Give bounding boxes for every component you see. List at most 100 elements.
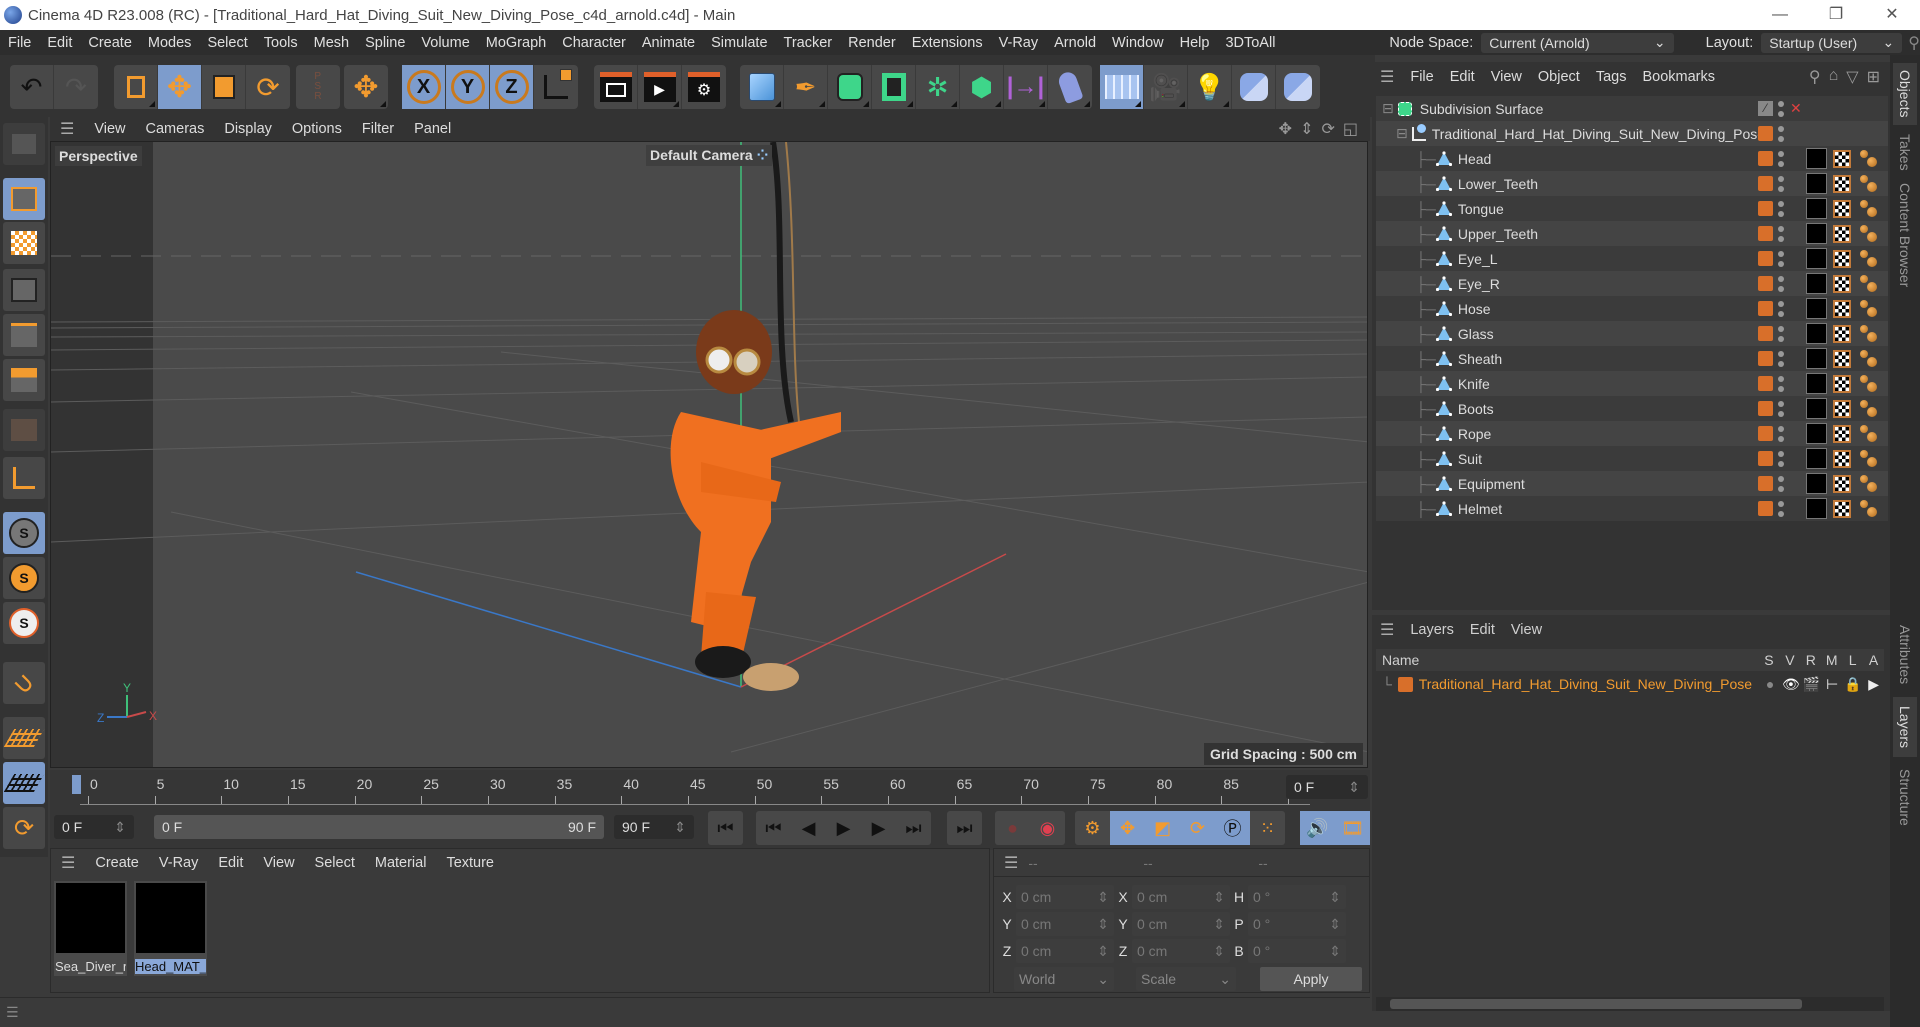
search-icon[interactable]: ⚲ [1908,33,1920,53]
make-editable-button[interactable] [3,123,45,165]
layer-color-icon[interactable] [1758,476,1773,491]
next-frame-icon[interactable]: ▶ [861,811,896,845]
horizontal-scrollbar[interactable] [1376,997,1884,1011]
transform-button[interactable]: ✥ [344,65,388,109]
phong-tag-icon[interactable] [1860,424,1878,443]
layer-color-icon[interactable] [1758,376,1773,391]
object-row[interactable]: ├─ Upper_Teeth [1376,221,1888,246]
layer-color-icon[interactable] [1758,276,1773,291]
object-row[interactable]: ├─ Boots [1376,396,1888,421]
object-menu-tags[interactable]: Tags [1588,69,1635,85]
layer-color-icon[interactable] [1758,451,1773,466]
pan-view-icon[interactable]: ✥ [1279,119,1292,139]
object-menu-file[interactable]: File [1402,69,1441,85]
uvw-tag-icon[interactable] [1833,224,1851,243]
menu-extensions[interactable]: Extensions [904,35,991,51]
material-tag-icon[interactable] [1806,198,1827,219]
menu-vray[interactable]: V-Ray [991,35,1047,51]
key-position-icon[interactable]: ✥ [1110,811,1145,845]
bend-deformer-button[interactable] [1048,65,1092,109]
material-swatch[interactable]: Sea_Diver_r [54,881,127,976]
solo-button[interactable]: S [3,512,45,554]
viewport-menu-panel[interactable]: Panel [404,121,461,137]
menu-window[interactable]: Window [1104,35,1172,51]
python-button[interactable] [1232,65,1276,109]
tab-attributes[interactable]: Attributes [1893,615,1917,695]
object-row-root[interactable]: ⊟ Subdivision Surface ⁄ ✕ [1376,96,1888,121]
autokey-icon[interactable]: ◉ [1030,811,1065,845]
viewport-menu-cameras[interactable]: Cameras [136,121,215,137]
object-row[interactable]: ├─ Eye_L [1376,246,1888,271]
viewport-menu-view[interactable]: View [84,121,135,137]
texture-mode-button[interactable] [3,222,45,264]
material-menu-create[interactable]: Create [85,855,149,871]
material-tag-icon[interactable] [1806,173,1827,194]
locked-workplane-button[interactable] [3,762,45,804]
phong-tag-icon[interactable] [1860,274,1878,293]
scrollbar-thumb[interactable] [1390,999,1802,1009]
python-button-2[interactable] [1276,65,1320,109]
coordinate-system-button[interactable] [534,65,578,109]
menu-mograph[interactable]: MoGraph [478,35,554,51]
material-menu-texture[interactable]: Texture [436,855,504,871]
key-parameter-icon[interactable]: Ⓟ [1215,811,1250,845]
menu-tracker[interactable]: Tracker [776,35,841,51]
position-y-field[interactable]: 0 cm ⇕ [1016,912,1114,936]
size-z-field[interactable]: 0 cm ⇕ [1132,939,1230,963]
z-axis-button[interactable]: Z [490,65,534,109]
layer-color-icon[interactable] [1758,126,1773,141]
rotation-p-field[interactable]: 0 ° ⇕ [1248,912,1346,936]
solo-hierarchy-button[interactable]: S [3,557,45,599]
maximize-view-icon[interactable]: ◱ [1343,119,1358,139]
material-swatch-selected[interactable]: Head_MAT_ [134,881,207,976]
object-row[interactable]: ├─ Hose [1376,296,1888,321]
lock-icon[interactable]: 🔒 [1843,676,1864,693]
viewport-menu-options[interactable]: Options [282,121,352,137]
material-menu-material[interactable]: Material [365,855,437,871]
menu-create[interactable]: Create [80,35,140,51]
render-settings-button[interactable]: ⚙ [682,65,726,109]
tab-structure[interactable]: Structure [1893,759,1917,835]
pen-button[interactable]: ✒ [784,65,828,109]
minimize-button[interactable]: — [1752,0,1808,30]
rotation-b-field[interactable]: 0 ° ⇕ [1248,939,1346,963]
polygons-mode-button[interactable] [3,359,45,401]
solo-dot-icon[interactable]: ● [1760,676,1781,692]
tab-content-browser[interactable]: Content Browser [1893,179,1917,291]
render-clapper-icon[interactable]: 🎬 [1801,676,1822,693]
menu-mesh[interactable]: Mesh [306,35,357,51]
object-row[interactable]: ├─ Knife [1376,371,1888,396]
key-settings-icon[interactable]: ⚙ [1075,811,1110,845]
visible-eye-icon[interactable]: 👁 [1780,676,1801,693]
phong-tag-icon[interactable] [1860,399,1878,418]
material-tag-icon[interactable] [1806,223,1827,244]
layer-color-icon[interactable] [1397,676,1413,692]
object-row[interactable]: ├─ Glass [1376,321,1888,346]
uvw-tag-icon[interactable] [1833,399,1851,418]
uvw-tag-icon[interactable] [1833,274,1851,293]
uvw-tag-icon[interactable] [1833,174,1851,193]
menu-simulate[interactable]: Simulate [703,35,775,51]
goto-last-key-icon[interactable]: ⏭ [896,811,931,845]
material-tag-icon[interactable] [1806,473,1827,494]
uvw-tag-icon[interactable] [1833,349,1851,368]
phong-tag-icon[interactable] [1860,474,1878,493]
material-tag-icon[interactable] [1806,323,1827,344]
layer-menu-layers[interactable]: Layers [1402,622,1462,638]
uvw-tag-icon[interactable] [1833,324,1851,343]
maximize-button[interactable]: ❐ [1808,0,1864,30]
cloner-button[interactable]: ✲ [916,65,960,109]
visibility-dots-icon[interactable] [1778,225,1784,242]
hamburger-icon[interactable]: ☰ [994,853,1028,873]
layer-menu-edit[interactable]: Edit [1462,622,1503,638]
goto-end-icon[interactable]: ⏭ [947,811,982,845]
material-tag-icon[interactable] [1806,248,1827,269]
uvw-tag-icon[interactable] [1833,249,1851,268]
menu-tools[interactable]: Tools [256,35,306,51]
visibility-dots-icon[interactable] [1778,450,1784,467]
start-frame-field[interactable]: 0 F ⇕ [54,815,134,839]
phong-tag-icon[interactable] [1860,249,1878,268]
hamburger-icon[interactable]: ☰ [51,853,85,873]
phong-tag-icon[interactable] [1860,374,1878,393]
node-space-dropdown[interactable]: Current (Arnold) ⌄ [1481,32,1674,53]
